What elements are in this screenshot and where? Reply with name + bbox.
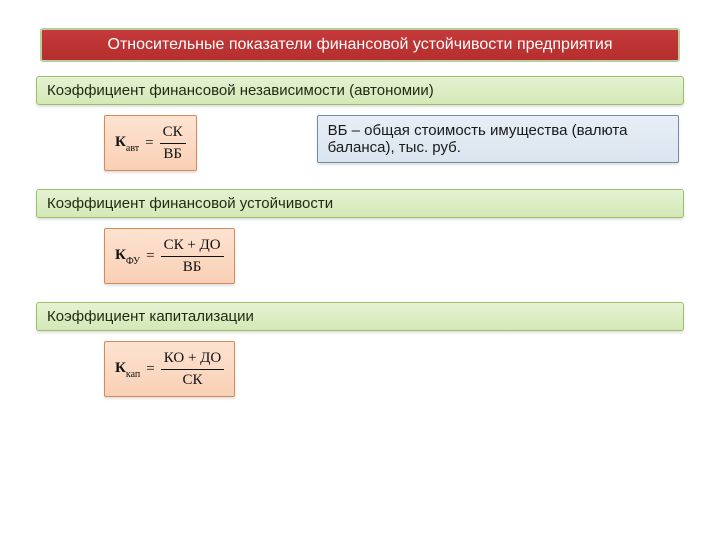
note-box-1: ВБ – общая стоимость имущества (валюта б…	[317, 115, 679, 163]
formula-box-2: КФУ = СК + ДО ВБ	[104, 228, 235, 284]
formula-1-numerator: СК	[160, 124, 186, 141]
slide: Относительные показатели финансовой усто…	[0, 0, 720, 540]
section-body-1: Кавт = СК ВБ ВБ – общая стоимость имущес…	[36, 115, 684, 171]
equals-sign: =	[146, 248, 154, 265]
formula-3-symbol: К	[115, 360, 126, 376]
formula-2-denominator: ВБ	[180, 259, 205, 276]
formula-2-subscript: ФУ	[126, 256, 140, 267]
formula-1-symbol: К	[115, 134, 126, 150]
formula-3-denominator: СК	[179, 372, 205, 389]
section-heading-1: Коэффициент финансовой независимости (ав…	[36, 76, 684, 105]
page-title: Относительные показатели финансовой усто…	[40, 28, 680, 62]
formula-3: Ккап = КО + ДО СК	[115, 350, 224, 388]
formula-3-numerator: КО + ДО	[161, 350, 225, 367]
section-body-2: КФУ = СК + ДО ВБ	[36, 228, 684, 284]
formula-box-1: Кавт = СК ВБ	[104, 115, 197, 171]
formula-2-symbol: К	[115, 247, 126, 263]
section-heading-2: Коэффициент финансовой устойчивости	[36, 189, 684, 218]
formula-1-denominator: ВБ	[160, 146, 185, 163]
equals-sign: =	[145, 135, 153, 152]
fraction-bar	[160, 143, 186, 144]
fraction-bar	[161, 369, 225, 370]
section-heading-3: Коэффициент капитализации	[36, 302, 684, 331]
formula-1: Кавт = СК ВБ	[115, 124, 186, 162]
formula-3-subscript: кап	[126, 369, 140, 380]
fraction-bar	[161, 256, 224, 257]
formula-2: КФУ = СК + ДО ВБ	[115, 237, 224, 275]
section-body-3: Ккап = КО + ДО СК	[36, 341, 684, 397]
formula-box-3: Ккап = КО + ДО СК	[104, 341, 235, 397]
formula-1-subscript: авт	[126, 143, 139, 154]
formula-2-numerator: СК + ДО	[161, 237, 224, 254]
equals-sign: =	[146, 361, 154, 378]
